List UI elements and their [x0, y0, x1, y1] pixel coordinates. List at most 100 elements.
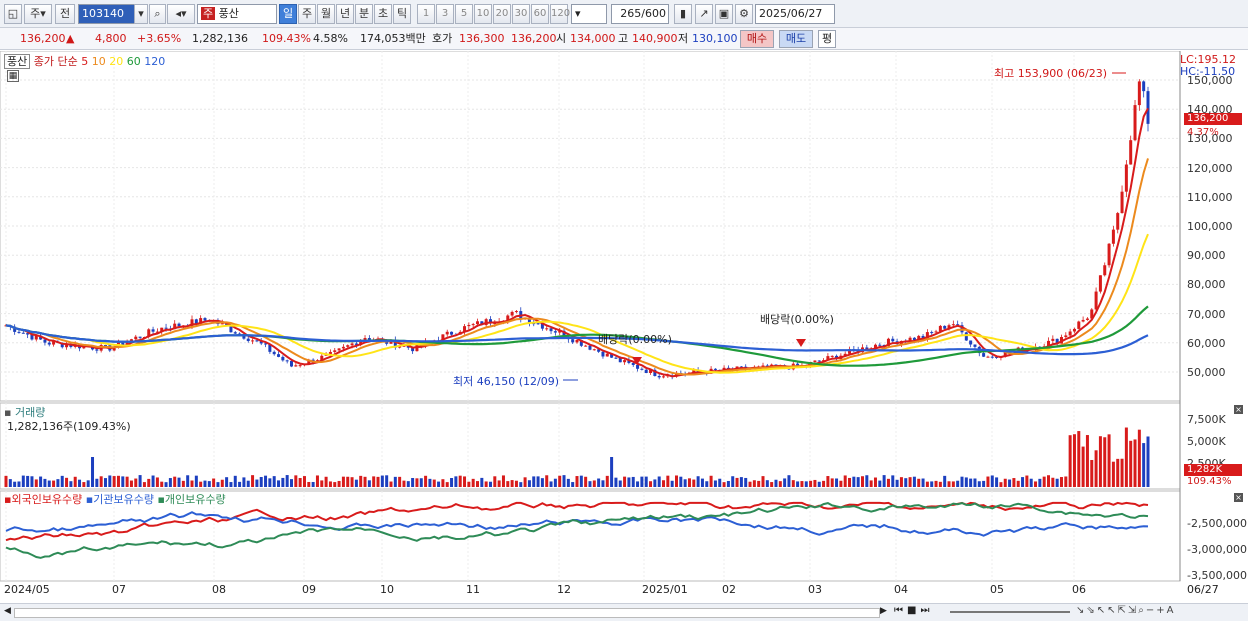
- volume-bar: [441, 479, 445, 487]
- table-icon[interactable]: ▦: [7, 70, 19, 82]
- chart-area[interactable]: 풍산 종가 단순 5 10 20 60 120 ▦ LC:195.12 HC:-…: [0, 50, 1248, 603]
- eval-button[interactable]: 평: [818, 30, 836, 48]
- volume-bar: [385, 475, 389, 487]
- prev-button[interactable]: 전: [55, 4, 75, 24]
- volume-bar: [713, 480, 717, 487]
- scroll-track[interactable]: [14, 608, 880, 618]
- x-axis-label: 11: [466, 583, 480, 596]
- period-tab-2[interactable]: 월: [317, 4, 335, 24]
- price-axis-tick: 140,000: [1187, 103, 1233, 117]
- period-tab-5[interactable]: 초: [374, 4, 392, 24]
- indicator-icon[interactable]: ↗: [695, 4, 713, 24]
- volume-bar: [1077, 431, 1081, 487]
- volume-bar: [78, 479, 82, 487]
- close-icon[interactable]: ×: [1234, 493, 1243, 502]
- option-select[interactable]: ▾: [571, 4, 607, 24]
- interval-button-1[interactable]: 1: [417, 4, 435, 24]
- interval-button-10[interactable]: 10: [474, 4, 492, 24]
- volume-bar: [432, 479, 436, 487]
- period-tab-3[interactable]: 년: [336, 4, 354, 24]
- interval-button-5[interactable]: 5: [455, 4, 473, 24]
- volume-bar: [238, 481, 242, 487]
- holding-legend: ▪외국인보유수량 ▪기관보유수량 ▪개인보유수량: [4, 491, 226, 507]
- data-count-field[interactable]: 265/600: [611, 4, 669, 24]
- market-select[interactable]: 주▾: [24, 4, 52, 24]
- candle-body: [272, 351, 276, 355]
- volume-bar: [47, 480, 51, 487]
- volume-bar: [873, 477, 877, 487]
- volume-bar: [878, 480, 882, 487]
- period-tab-4[interactable]: 분: [355, 4, 373, 24]
- low-label: 저: [678, 32, 689, 45]
- volume-bar: [1016, 480, 1020, 487]
- stock-name-field[interactable]: 주 풍산: [197, 4, 277, 24]
- volume-bar: [904, 478, 908, 487]
- period-tab-1[interactable]: 주: [298, 4, 316, 24]
- code-dropdown-icon[interactable]: ▾: [134, 4, 148, 24]
- stock-tag[interactable]: 풍산: [4, 54, 31, 69]
- volume-bar: [692, 479, 696, 487]
- volume-bar: [437, 481, 441, 487]
- volume-bar: [930, 481, 934, 487]
- volume-bar: [324, 476, 328, 487]
- volume-bar: [726, 480, 730, 487]
- scroll-right-icon[interactable]: ▶: [880, 606, 887, 616]
- volume-bar: [1059, 477, 1063, 487]
- candle-body: [341, 346, 345, 349]
- interval-button-3[interactable]: 3: [436, 4, 454, 24]
- volume-bar: [30, 476, 34, 487]
- drawing-tools-icon[interactable]: ↘⇘↖↖⇱⇲⌕−+A: [1076, 605, 1175, 616]
- chart-canvas[interactable]: [0, 50, 1248, 603]
- candle-icon[interactable]: ▮: [674, 4, 692, 24]
- price-axis-tick: 130,000: [1187, 132, 1233, 146]
- save-icon[interactable]: ▣: [715, 4, 733, 24]
- close-icon[interactable]: ×: [1234, 405, 1243, 414]
- volume-bar: [419, 478, 423, 487]
- volume-bar: [333, 482, 337, 487]
- period-tab-6[interactable]: 틱: [393, 4, 411, 24]
- volume-bar: [1120, 458, 1124, 487]
- buy-button[interactable]: 매수: [740, 30, 774, 48]
- volume-bar: [463, 476, 467, 487]
- sell-button[interactable]: 매도: [779, 30, 813, 48]
- gear-icon[interactable]: ⚙: [735, 4, 753, 24]
- volume-bar: [588, 481, 592, 487]
- ask-price: 136,300: [459, 32, 505, 45]
- volume-bar: [895, 479, 899, 487]
- speaker-icon[interactable]: ◂▾: [167, 4, 195, 24]
- scroll-left-icon[interactable]: ◀: [4, 606, 11, 616]
- interval-button-120[interactable]: 120: [550, 4, 570, 24]
- volume-bar: [56, 479, 60, 487]
- candle-body: [514, 311, 518, 313]
- window-menu-icon[interactable]: ◱: [4, 4, 22, 24]
- volume-bar: [610, 457, 614, 487]
- volume-bar: [947, 481, 951, 487]
- candle-body: [1137, 81, 1141, 106]
- volume-bar: [843, 475, 847, 487]
- period-tab-0[interactable]: 일: [279, 4, 297, 24]
- volume-bar: [415, 478, 419, 487]
- x-axis-label: 02: [722, 583, 736, 596]
- candle-body: [445, 331, 449, 335]
- volume-bar: [566, 478, 570, 487]
- interval-button-60[interactable]: 60: [531, 4, 549, 24]
- volume-bar: [579, 475, 583, 487]
- volume-bar: [510, 480, 514, 487]
- candle-body: [830, 355, 834, 357]
- volume-bar: [1068, 435, 1072, 487]
- volume-bar: [856, 477, 860, 487]
- open-label: 시: [556, 32, 567, 45]
- stock-code-input[interactable]: 103140: [78, 4, 136, 24]
- interval-button-30[interactable]: 30: [512, 4, 530, 24]
- search-icon[interactable]: ⌕: [149, 4, 166, 24]
- dividend-label-2: 배당락(0.00%): [760, 313, 834, 326]
- date-field[interactable]: 2025/06/27: [755, 4, 835, 24]
- interval-button-20[interactable]: 20: [493, 4, 511, 24]
- zoom-slider[interactable]: [950, 611, 1070, 613]
- playback-controls-icon[interactable]: ⏮■⏭: [894, 605, 933, 616]
- candle-body: [1133, 105, 1137, 141]
- volume-bar: [346, 476, 350, 487]
- volume-bar: [696, 476, 700, 487]
- volume-bar: [458, 475, 462, 487]
- volume-bar: [285, 475, 289, 487]
